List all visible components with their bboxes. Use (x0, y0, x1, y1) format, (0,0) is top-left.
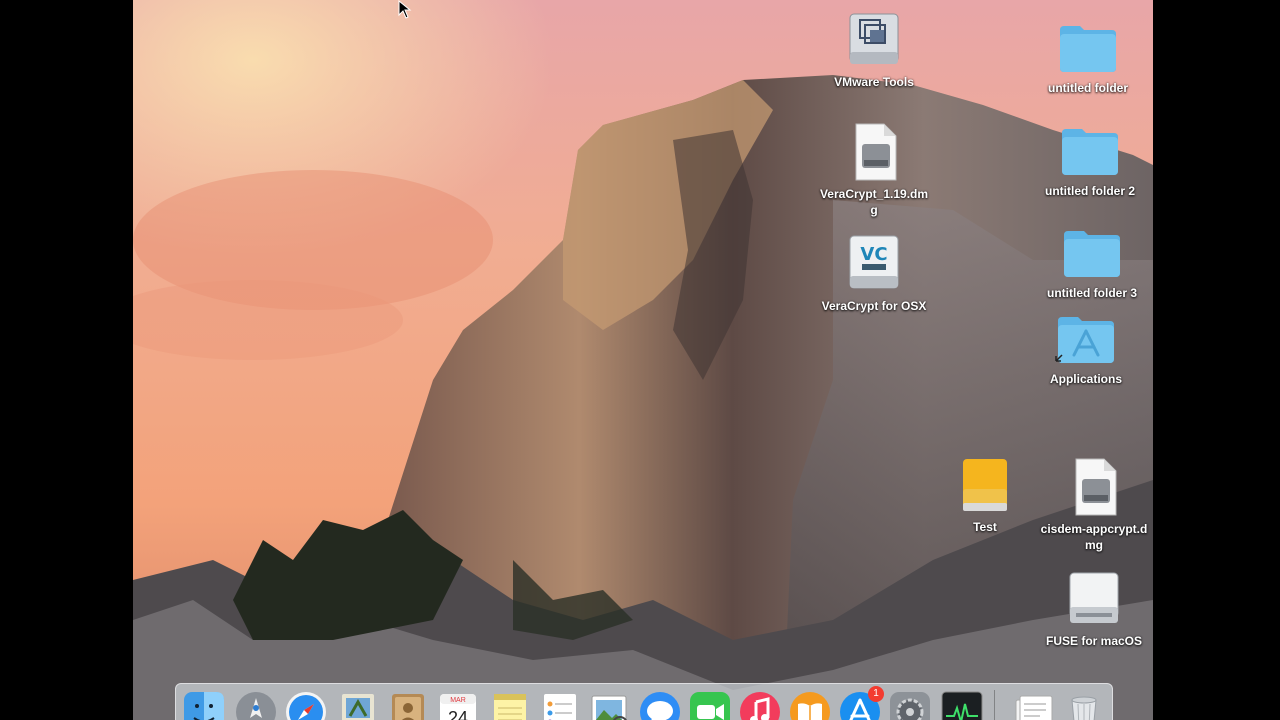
vmware-tools-disk-icon (842, 8, 906, 72)
safari-icon (286, 692, 326, 720)
desktop-icon-fuse-for-macos[interactable]: FUSE for macOS (1038, 567, 1150, 649)
external-drive-icon (953, 453, 1017, 517)
desktop-icon-untitled-folder[interactable]: untitled folder (1032, 14, 1144, 96)
dock-system-preferences[interactable] (888, 690, 932, 720)
launchpad-icon (236, 692, 276, 720)
desktop-icon-label: untitled folder 2 (1045, 184, 1135, 198)
desktop-icon-untitled-folder-3[interactable]: untitled folder 3 (1036, 219, 1148, 301)
dock-app-store[interactable]: 1 (838, 686, 884, 720)
desktop-icon-vmware-tools[interactable]: VMware Tools (818, 8, 930, 90)
dock-launchpad[interactable] (234, 690, 278, 720)
dmg-file-icon (842, 120, 906, 184)
dock-activity-monitor[interactable] (940, 690, 984, 720)
system-preferences-icon (890, 692, 930, 720)
dock: MAR 24 1 (175, 683, 1113, 720)
mail-icon (342, 694, 374, 720)
dock-ibooks[interactable] (788, 690, 832, 720)
calendar-month: MAR (450, 697, 466, 704)
folder-icon (1060, 219, 1124, 283)
finder-icon (184, 692, 224, 720)
svg-text:VC: VC (860, 244, 887, 265)
desktop-icon-label: cisdem-appcrypt.dmg (1040, 522, 1148, 552)
desktop-icon-veracrypt-dmg[interactable]: VeraCrypt_1.19.dmg (818, 120, 930, 218)
dock-reminders[interactable] (538, 690, 582, 720)
itunes-icon (740, 692, 780, 720)
contacts-icon (392, 694, 424, 720)
documents-stack-icon (1015, 695, 1053, 720)
dock-mail[interactable] (336, 690, 380, 720)
dock-contacts[interactable] (386, 690, 430, 720)
desktop-icon-cisdem-appcrypt-dmg[interactable]: cisdem-appcrypt.dmg (1038, 455, 1150, 553)
preview-icon (591, 695, 627, 720)
desktop-icon-label: VeraCrypt_1.19.dmg (819, 187, 929, 217)
app-store-badge: 1 (868, 686, 884, 702)
wallpaper-yosemite-half-dome (133, 0, 1153, 720)
desktop-icon-label: untitled folder 3 (1047, 286, 1137, 300)
dmg-file-icon (1062, 455, 1126, 519)
reminders-icon (544, 694, 576, 720)
desktop-icon-untitled-folder-2[interactable]: untitled folder 2 (1034, 117, 1146, 199)
mouse-pointer-icon (398, 0, 412, 19)
desktop-icon-applications[interactable]: Applications (1030, 305, 1142, 387)
dock-facetime[interactable] (688, 690, 732, 720)
folder-icon (1056, 14, 1120, 78)
desktop: VMware Tools untitled folder VeraCrypt_1… (133, 0, 1153, 720)
dock-preview[interactable] (588, 690, 632, 720)
applications-folder-alias-icon (1054, 305, 1118, 369)
activity-monitor-icon (941, 691, 983, 720)
dock-separator (994, 690, 995, 720)
calendar-day: 24 (448, 708, 468, 720)
dock-finder[interactable] (182, 690, 226, 720)
trash-icon (1071, 696, 1097, 720)
calendar-icon: MAR 24 (440, 694, 476, 720)
dock-safari[interactable] (284, 690, 328, 720)
dock-itunes[interactable] (738, 690, 782, 720)
notes-icon (494, 694, 526, 720)
ibooks-icon (790, 692, 830, 720)
dock-notes[interactable] (488, 690, 532, 720)
dock-calendar[interactable]: MAR 24 (436, 690, 480, 720)
desktop-icon-label: VeraCrypt for OSX (821, 299, 927, 313)
veracrypt-disk-icon: VC (842, 232, 906, 296)
desktop-icon-test[interactable]: Test (929, 453, 1041, 535)
desktop-icon-label: Applications (1049, 372, 1122, 386)
desktop-icon-label: VMware Tools (834, 75, 914, 89)
desktop-icon-label: Test (973, 520, 997, 534)
dock-documents-stack[interactable] (1010, 690, 1054, 720)
desktop-icon-veracrypt-for-osx[interactable]: VC VeraCrypt for OSX (818, 232, 930, 314)
dock-trash[interactable] (1062, 690, 1106, 720)
messages-icon (640, 692, 680, 720)
desktop-icon-label: FUSE for macOS (1045, 634, 1143, 648)
desktop-icon-label: untitled folder (1048, 81, 1128, 95)
facetime-icon (690, 692, 730, 720)
dock-messages[interactable] (638, 690, 682, 720)
mounted-disk-icon (1062, 567, 1126, 631)
folder-icon (1058, 117, 1122, 181)
